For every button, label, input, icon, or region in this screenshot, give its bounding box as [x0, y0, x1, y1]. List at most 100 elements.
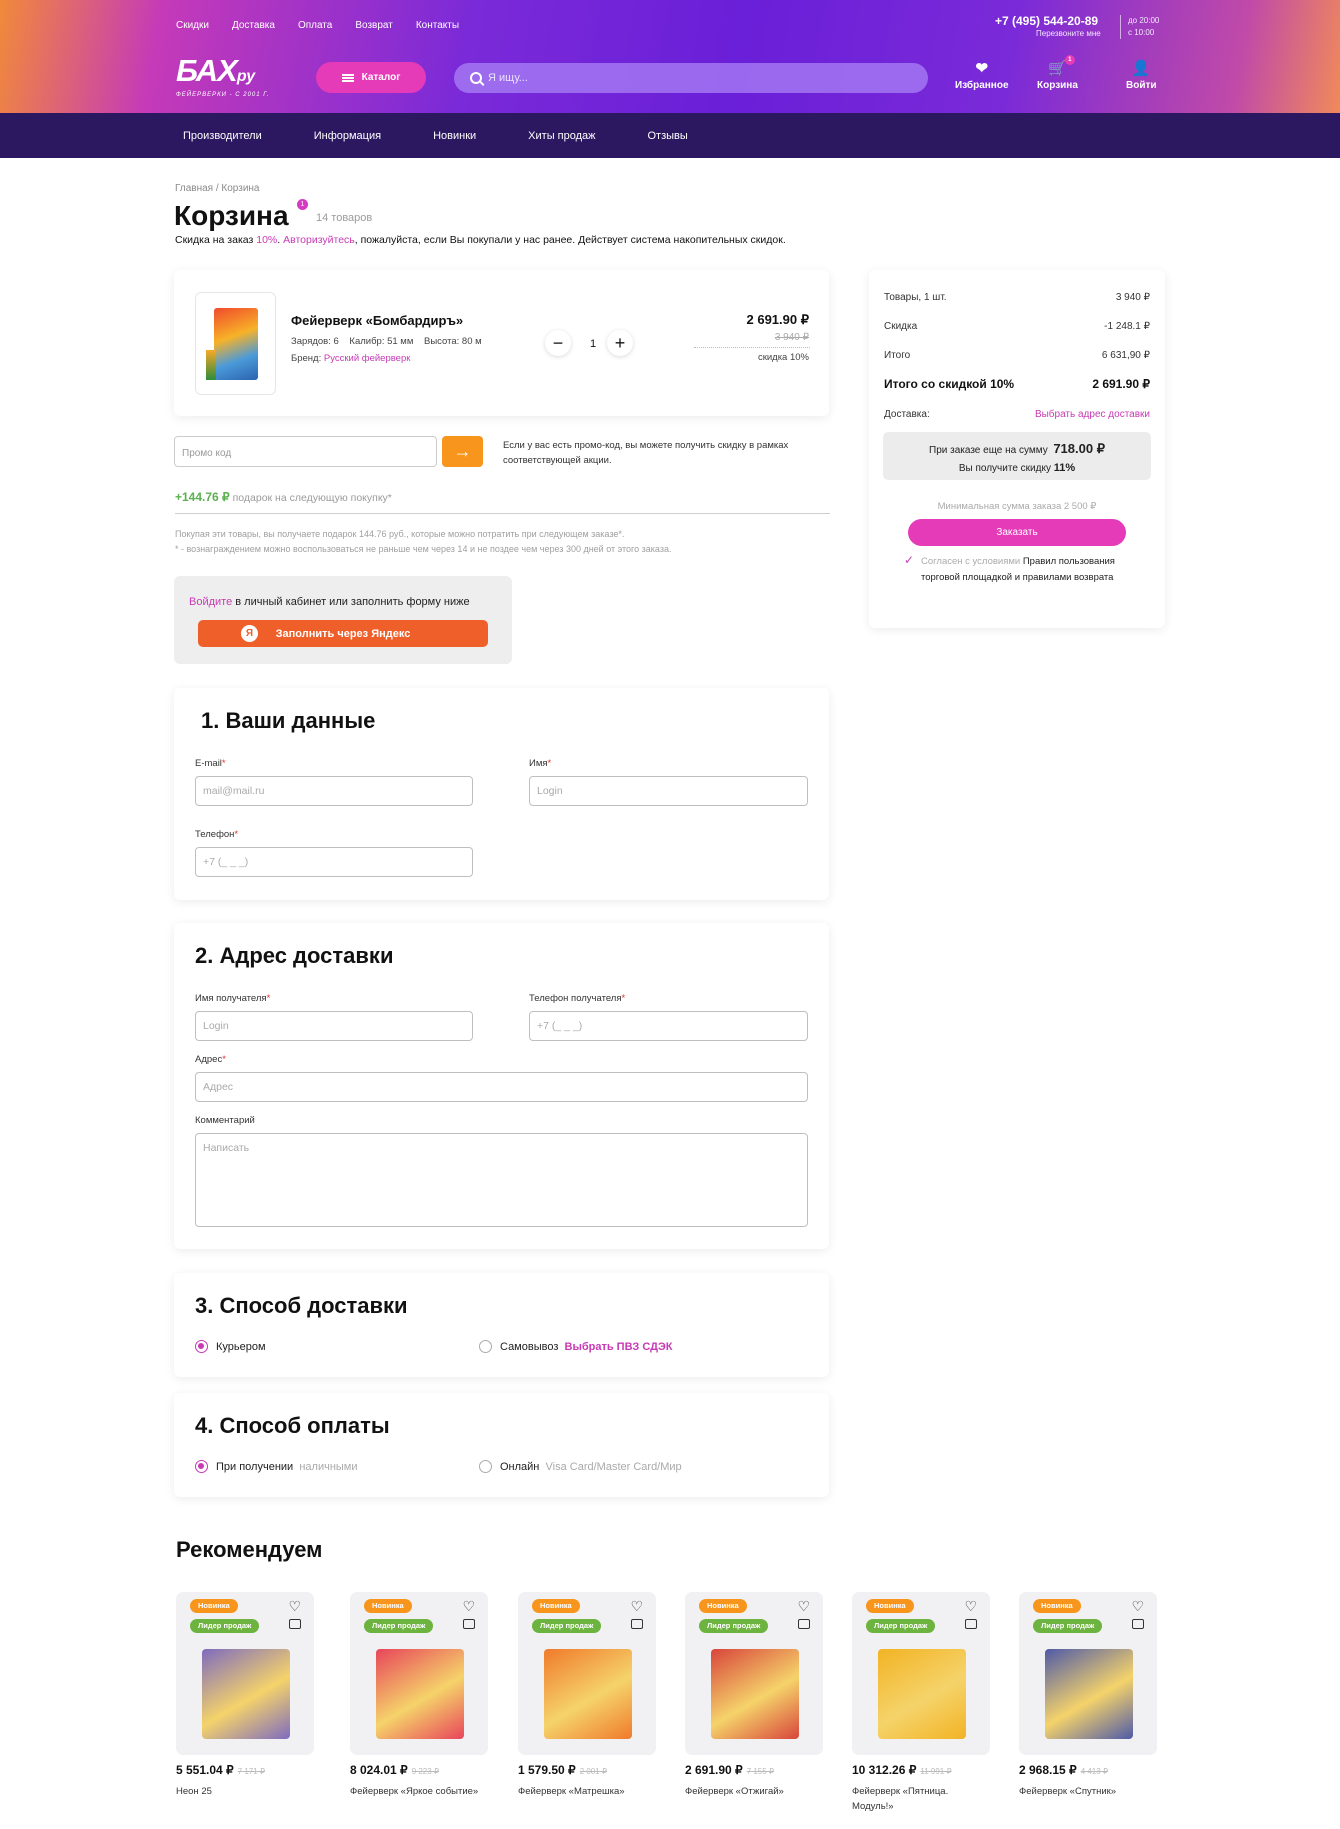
- product-card[interactable]: Новинка Лидер продаж ♡ 10 312.26 ₽11 991 ₽ Ф…: [852, 1592, 990, 1814]
- choose-address-link[interactable]: Выбрать адрес доставки: [1035, 409, 1150, 420]
- topnav-payment[interactable]: Оплата: [298, 20, 332, 31]
- callback-link[interactable]: Перезвоните мне: [1036, 29, 1101, 38]
- yandex-fill-button[interactable]: Я Заполнить через Яндекс: [198, 620, 488, 647]
- search-placeholder: Я ищу...: [488, 72, 528, 84]
- quantity-minus-button[interactable]: −: [545, 330, 571, 356]
- nav-new[interactable]: Новинки: [433, 130, 476, 142]
- comment-textarea[interactable]: Написать: [195, 1133, 808, 1227]
- pickup-point-link[interactable]: Выбрать ПВЗ СДЭК: [565, 1341, 673, 1353]
- address-label: Адрес*: [195, 1054, 226, 1065]
- product-card[interactable]: Новинка Лидер продаж ♡ 8 024.01 ₽9 223 ₽ Фей…: [350, 1592, 488, 1799]
- video-icon[interactable]: [1132, 1619, 1144, 1629]
- courier-radio[interactable]: Курьером: [195, 1340, 266, 1353]
- breadcrumb-home[interactable]: Главная: [175, 183, 213, 194]
- product-title[interactable]: Фейерверк «Яркое событие»: [350, 1784, 488, 1799]
- pay-on-receipt-radio[interactable]: При получении наличными: [195, 1460, 358, 1473]
- pay-online-radio[interactable]: Онлайн Visa Card/Master Card/Мир: [479, 1460, 682, 1473]
- login-link[interactable]: Войдите: [189, 596, 232, 608]
- product-card[interactable]: Новинка Лидер продаж ♡ 1 579.50 ₽2 001 ₽ Фей…: [518, 1592, 656, 1799]
- product-title[interactable]: Фейерверк «Пятница. Модуль!»: [852, 1784, 990, 1814]
- on-receipt-note: наличными: [299, 1460, 358, 1473]
- nav-reviews[interactable]: Отзывы: [648, 130, 688, 142]
- product-title[interactable]: Фейерверк «Спутник»: [1019, 1784, 1157, 1799]
- topnav-delivery[interactable]: Доставка: [232, 20, 275, 31]
- site-logo[interactable]: БАХру ФЕЙЕРВЕРКИ - С 2001 Г.: [176, 55, 270, 98]
- brand-link[interactable]: Русский фейерверк: [324, 353, 411, 364]
- order-button[interactable]: Заказать: [908, 519, 1126, 546]
- product-card-image[interactable]: Новинка Лидер продаж ♡: [350, 1592, 488, 1755]
- section-title: 4. Способ оплаты: [195, 1413, 390, 1438]
- favorite-heart-icon[interactable]: ♡: [964, 1598, 977, 1615]
- promo-code-input[interactable]: Промо код: [174, 436, 437, 467]
- item-old-price: 3 940 ₽: [774, 332, 809, 343]
- promo-apply-button[interactable]: →: [442, 436, 483, 467]
- product-box-art: [376, 1649, 464, 1739]
- required-mark: *: [547, 758, 552, 769]
- product-card-image[interactable]: Новинка Лидер продаж ♡: [176, 1592, 314, 1755]
- pickup-radio[interactable]: Самовывоз Выбрать ПВЗ СДЭК: [479, 1340, 673, 1353]
- video-icon[interactable]: [631, 1619, 643, 1629]
- product-card-image[interactable]: Новинка Лидер продаж ♡: [1019, 1592, 1157, 1755]
- yandex-icon: Я: [241, 625, 258, 642]
- favorite-heart-icon[interactable]: ♡: [288, 1598, 301, 1615]
- product-card-image[interactable]: Новинка Лидер продаж ♡: [852, 1592, 990, 1755]
- video-icon[interactable]: [798, 1619, 810, 1629]
- recipient-name-field[interactable]: Login: [195, 1011, 473, 1041]
- tag-new: Новинка: [364, 1599, 412, 1613]
- product-title[interactable]: Фейерверк «Матрешка»: [518, 1784, 656, 1799]
- gift-divider: [175, 513, 830, 514]
- breadcrumb-current: Корзина: [221, 183, 260, 194]
- address-field[interactable]: Адрес: [195, 1072, 808, 1102]
- search-input[interactable]: Я ищу...: [454, 63, 928, 93]
- product-card-image[interactable]: Новинка Лидер продаж ♡: [685, 1592, 823, 1755]
- phone-field[interactable]: +7 (_ _ _): [195, 847, 473, 877]
- nav-info[interactable]: Информация: [314, 130, 381, 142]
- email-field[interactable]: mail@mail.ru: [195, 776, 473, 806]
- product-card[interactable]: Новинка Лидер продаж ♡ 5 551.04 ₽7 171 ₽ Нео…: [176, 1592, 314, 1799]
- price-value: 5 551.04 ₽: [176, 1763, 234, 1777]
- product-image[interactable]: [195, 292, 276, 395]
- nav-hits[interactable]: Хиты продаж: [528, 130, 595, 142]
- topnav-return[interactable]: Возврат: [355, 20, 393, 31]
- video-icon[interactable]: [289, 1619, 301, 1629]
- favorite-heart-icon[interactable]: ♡: [462, 1598, 475, 1615]
- video-icon[interactable]: [463, 1619, 475, 1629]
- price-value: 8 024.01 ₽: [350, 1763, 408, 1777]
- radio-checked-icon: [195, 1460, 208, 1473]
- discount-notice: Скидка на заказ 10%. Авторизуйтесь, пожа…: [175, 234, 786, 246]
- old-price: 7 171 ₽: [237, 1767, 266, 1776]
- phone-number[interactable]: +7 (495) 544-20-89: [995, 14, 1098, 28]
- name-field[interactable]: Login: [529, 776, 808, 806]
- gift-label: подарок на следующую покупку*: [232, 492, 392, 504]
- tag-bestseller: Лидер продаж: [190, 1619, 260, 1633]
- favorite-heart-icon[interactable]: ♡: [797, 1598, 810, 1615]
- login-button[interactable]: 👤 Войти: [1126, 58, 1157, 91]
- topnav-contacts[interactable]: Контакты: [416, 20, 459, 31]
- authorize-link[interactable]: Авторизуйтесь: [283, 234, 355, 246]
- notice-text: Скидка на заказ: [175, 234, 257, 246]
- next-discount-banner: При заказе еще на сумму 718.00 ₽ Вы полу…: [883, 432, 1151, 480]
- favorites-button[interactable]: ❤ Избранное: [955, 58, 1009, 91]
- nav-manufacturers[interactable]: Производители: [183, 130, 262, 142]
- spec-height: Высота: 80 м: [424, 336, 482, 347]
- cart-button[interactable]: 🛒 1 Корзина: [1037, 55, 1078, 91]
- product-card[interactable]: Новинка Лидер продаж ♡ 2 691.90 ₽7 155 ₽ Фей…: [685, 1592, 823, 1799]
- radio-unchecked-icon: [479, 1460, 492, 1473]
- quantity-plus-button[interactable]: +: [607, 330, 633, 356]
- catalog-button[interactable]: Каталог: [316, 62, 426, 93]
- favorite-heart-icon[interactable]: ♡: [630, 1598, 643, 1615]
- product-card-image[interactable]: Новинка Лидер продаж ♡: [518, 1592, 656, 1755]
- terms-agreement[interactable]: ✓ Согласен с условиями Правил пользовани…: [904, 553, 1131, 586]
- video-icon[interactable]: [965, 1619, 977, 1629]
- topnav-discounts[interactable]: Скидки: [176, 20, 209, 31]
- pickup-label: Самовывоз: [500, 1340, 559, 1353]
- product-title[interactable]: Фейерверк «Отжигай»: [685, 1784, 823, 1799]
- login-box: Войдите в личный кабинет или заполнить ф…: [174, 576, 512, 664]
- product-name[interactable]: Фейерверк «Бомбардиръ»: [291, 313, 463, 328]
- product-card[interactable]: Новинка Лидер продаж ♡ 2 968.15 ₽4 413 ₽ Фей…: [1019, 1592, 1157, 1799]
- quantity-value[interactable]: 1: [590, 338, 596, 350]
- favorite-heart-icon[interactable]: ♡: [1131, 1598, 1144, 1615]
- product-title[interactable]: Неон 25: [176, 1784, 314, 1799]
- recipient-phone-field[interactable]: +7 (_ _ _): [529, 1011, 808, 1041]
- product-box-art: [878, 1649, 966, 1739]
